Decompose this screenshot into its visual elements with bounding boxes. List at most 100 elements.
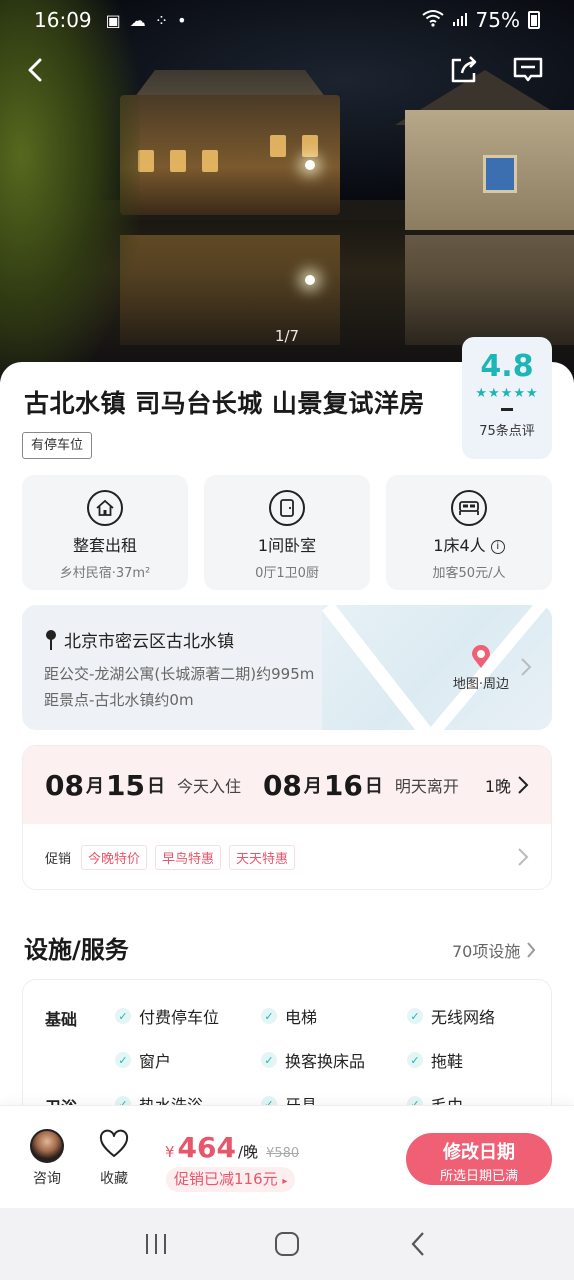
cta-subtitle: 所选日期已满 <box>439 1169 518 1184</box>
battery-level: 75% <box>475 8 520 32</box>
check-icon: ✓ <box>407 1008 423 1024</box>
photo-counter: 1/7 <box>274 327 300 345</box>
feature-beds[interactable]: 1床4人 i 加客50元/人 <box>386 475 552 590</box>
location-chevron-icon <box>520 657 532 681</box>
discount-badge[interactable]: 促销已减116元 ▸ <box>166 1167 296 1192</box>
consult-button[interactable]: 咨询 <box>28 1129 66 1188</box>
check-icon: ✓ <box>407 1052 423 1068</box>
check-icon: ✓ <box>115 1008 131 1024</box>
rating-card[interactable]: 4.8 ★★★★★ 75条点评 <box>462 337 552 459</box>
feature-sub: 0厅1卫0厨 <box>255 566 319 581</box>
battery-icon <box>528 11 540 29</box>
back-button[interactable] <box>16 50 56 90</box>
facilities-more-link[interactable]: 70项设施 <box>452 938 536 962</box>
favorite-button[interactable]: 收藏 <box>94 1129 134 1188</box>
nights-count[interactable]: 1晚 <box>485 773 529 797</box>
distance-bus: 距公交-龙湖公寓(长城源著二期)约995m <box>44 665 315 683</box>
promo-tag: 天天特惠 <box>229 844 296 870</box>
feature-row: 整套出租 乡村民宿·37m² 1间卧室 0厅1卫0厨 1床4人 i 加客50元/… <box>22 475 552 590</box>
location-card[interactable]: 北京市密云区古北水镇 距公交-龙湖公寓(长城源著二期)约995m 距景点-古北水… <box>22 605 552 730</box>
info-icon[interactable]: i <box>490 539 505 554</box>
map-link-label: 地图·周边 <box>452 677 510 692</box>
promotion-row[interactable]: 促销 今晚特价 早鸟特惠 天天特惠 <box>23 824 551 889</box>
original-price: ¥580 <box>266 1146 300 1161</box>
consult-label: 咨询 <box>33 1171 61 1187</box>
home-button[interactable] <box>267 1224 307 1264</box>
discount-text: 促销已减116元 <box>174 1170 278 1188</box>
feature-main: 1间卧室 <box>257 536 317 555</box>
feature-main-wrap: 1床4人 i <box>386 532 552 556</box>
promo-tag: 今晚特价 <box>81 844 148 870</box>
checkin-day: 15 <box>105 768 145 802</box>
month-unit: 月 <box>85 776 104 797</box>
price-display: ¥ 464 /晚 ¥580 <box>165 1131 299 1164</box>
facility-item: ✓ 付费停车位 <box>115 1004 219 1028</box>
cloud-icon: ☁ <box>129 10 146 30</box>
feature-rental-type[interactable]: 整套出租 乡村民宿·37m² <box>22 475 188 590</box>
checkin-label: 今天入住 <box>176 777 241 796</box>
cta-title: 修改日期 <box>443 1142 515 1163</box>
message-icon <box>513 57 543 82</box>
listing-page: 16:09 ▣ ☁ ⁘ • 75% 1/7 古北水镇 司马台长城 山景复试洋房 … <box>0 0 574 1280</box>
back-arrow-icon <box>28 58 42 82</box>
feature-main: 整套出租 <box>72 536 137 555</box>
feature-bedrooms[interactable]: 1间卧室 0厅1卫0厨 <box>204 475 370 590</box>
date-selector[interactable]: 08 月 15 日 今天入住 08 月 16 日 明天离开 1晚 <box>23 746 551 824</box>
check-icon: ✓ <box>115 1052 131 1068</box>
feature-sub: 乡村民宿·37m² <box>59 566 151 581</box>
signal-icon <box>452 8 468 32</box>
change-dates-button[interactable]: 修改日期 所选日期已满 <box>406 1133 552 1185</box>
wifi-icon <box>421 8 444 32</box>
facility-item: ✓ 电梯 <box>261 1004 317 1028</box>
facility-item: ✓ 拖鞋 <box>407 1048 463 1072</box>
date-card: 08 月 15 日 今天入住 08 月 16 日 明天离开 1晚 促销 今晚特价… <box>22 745 552 890</box>
feature-sub: 加客50元/人 <box>432 566 506 581</box>
review-count: 75条点评 <box>479 424 535 439</box>
share-button[interactable] <box>444 50 484 90</box>
distance-attraction: 距景点-古北水镇约0m <box>44 691 194 709</box>
facility-item: ✓ 窗户 <box>115 1048 171 1072</box>
map-marker-icon <box>472 645 490 668</box>
dots-icon: ⁘ <box>154 10 169 30</box>
checkout-label: 明天离开 <box>394 777 459 796</box>
chevron-right-icon <box>527 942 536 958</box>
price-unit: /晚 <box>238 1143 259 1161</box>
feature-main: 1床4人 <box>433 536 486 555</box>
checkout-day: 16 <box>323 768 363 802</box>
notification-dot-icon: • <box>177 10 187 30</box>
share-icon <box>451 56 477 83</box>
facility-category: 基础 <box>45 1010 78 1029</box>
nights-text: 1晚 <box>484 777 511 796</box>
heart-icon <box>99 1129 129 1157</box>
chevron-right-icon <box>518 848 529 866</box>
facility-item: ✓ 无线网络 <box>407 1004 495 1028</box>
map-link[interactable]: 地图·周边 <box>446 645 516 692</box>
price-amount: 464 <box>177 1131 236 1164</box>
door-icon <box>269 490 305 526</box>
system-back-icon <box>411 1232 425 1256</box>
facility-item: ✓ 换客换床品 <box>261 1048 365 1072</box>
gallery-icon: ▣ <box>105 10 121 30</box>
message-button[interactable] <box>508 50 548 90</box>
listing-title: 古北水镇 司马台长城 山景复试洋房 <box>24 389 425 418</box>
system-navigation-bar <box>0 1208 574 1280</box>
map-thumbnail[interactable] <box>321 605 552 730</box>
host-avatar <box>30 1129 64 1163</box>
status-bar: 16:09 ▣ ☁ ⁘ • 75% <box>0 0 574 40</box>
promotion-label: 促销 <box>45 851 72 867</box>
bottom-action-bar: 咨询 收藏 ¥ 464 /晚 ¥580 促销已减116元 ▸ 修改日期 所选日期… <box>0 1105 574 1208</box>
recent-apps-button[interactable] <box>136 1224 176 1264</box>
caret-right-icon: ▸ <box>282 1176 288 1187</box>
day-unit: 日 <box>146 776 165 797</box>
recent-apps-icon <box>145 1234 166 1254</box>
rating-divider <box>501 408 513 411</box>
system-back-button[interactable] <box>398 1224 438 1264</box>
rating-score: 4.8 <box>480 349 534 384</box>
address-text: 北京市密云区古北水镇 <box>64 632 234 652</box>
address-row: 北京市密云区古北水镇 <box>44 627 234 652</box>
bed-icon <box>451 490 487 526</box>
chevron-right-icon <box>518 776 529 794</box>
check-icon: ✓ <box>261 1008 277 1024</box>
facilities-heading: 设施/服务 <box>24 936 129 964</box>
location-pin-icon <box>46 629 56 650</box>
